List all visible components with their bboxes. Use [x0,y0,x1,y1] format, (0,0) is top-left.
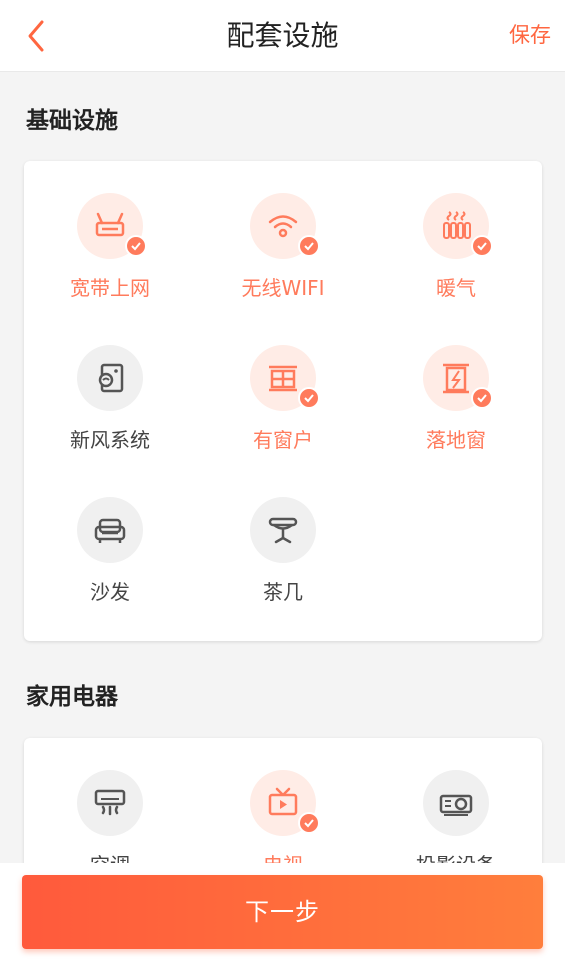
floor-window-icon [443,363,469,394]
header-bar: 配套设施 保存 [0,0,565,72]
facility-label: 宽带上网 [70,276,150,300]
facility-item-sofa[interactable]: 沙发 [24,497,196,617]
selected-check-icon [298,812,320,834]
appliance-label: 空调 [24,850,196,863]
appliance-item-air-conditioner[interactable]: 空调 [24,770,196,863]
projector-icon [439,794,473,816]
next-step-button[interactable]: 下一步 [22,875,543,949]
selected-check-icon [471,387,493,409]
appliance-label: 投影设备 [370,850,542,863]
window-icon [269,365,297,392]
facility-item-wifi[interactable]: 无线WIFI [197,193,369,313]
appliance-item-tv[interactable]: 电视 [197,770,369,863]
facility-label: 沙发 [90,580,130,604]
facility-label: 暖气 [436,276,476,300]
facility-item-heating[interactable]: 暖气 [370,193,542,313]
facility-item-window[interactable]: 有窗户 [197,345,369,465]
appliance-label: 电视 [197,850,369,863]
air-conditioner-icon [94,789,126,816]
fresh-air-icon [98,363,124,393]
facility-label: 有窗户 [253,428,313,452]
save-button[interactable]: 保存 [509,18,551,52]
page-title: 配套设施 [226,19,339,52]
facility-label: 茶几 [263,580,303,604]
facility-item-broadband[interactable]: 宽带上网 [24,193,196,313]
facility-label: 新风系统 [70,428,150,452]
appliance-item-projector[interactable]: 投影设备 [370,770,542,863]
facility-label: 无线WIFI [241,276,325,300]
tea-table-icon [268,517,298,544]
selected-check-icon [471,235,493,257]
facility-item-floor-window[interactable]: 落地窗 [370,345,542,465]
heater-icon [443,211,471,239]
facility-scroll-area[interactable]: 基础设施 宽带上网 无线WIFI 暖气 新风系统 有窗户 落地窗 沙发 茶几 家… [0,73,565,863]
sofa-icon [94,518,126,543]
bottom-action-bar: 下一步 [0,863,565,963]
appliance-card: 空调 电视 [24,738,542,863]
basic-facility-card: 宽带上网 无线WIFI 暖气 新风系统 有窗户 落地窗 沙发 茶几 [24,161,542,641]
tv-icon [268,787,298,816]
facility-item-fresh-air[interactable]: 新风系统 [24,345,196,465]
selected-check-icon [125,235,147,257]
facility-item-tea-table[interactable]: 茶几 [197,497,369,617]
section-title-basic: 基础设施 [26,108,118,134]
router-icon [95,212,125,237]
facility-label: 落地窗 [426,428,486,452]
wifi-icon [268,215,298,238]
selected-check-icon [298,387,320,409]
section-title-appliances: 家用电器 [26,684,118,710]
selected-check-icon [298,235,320,257]
